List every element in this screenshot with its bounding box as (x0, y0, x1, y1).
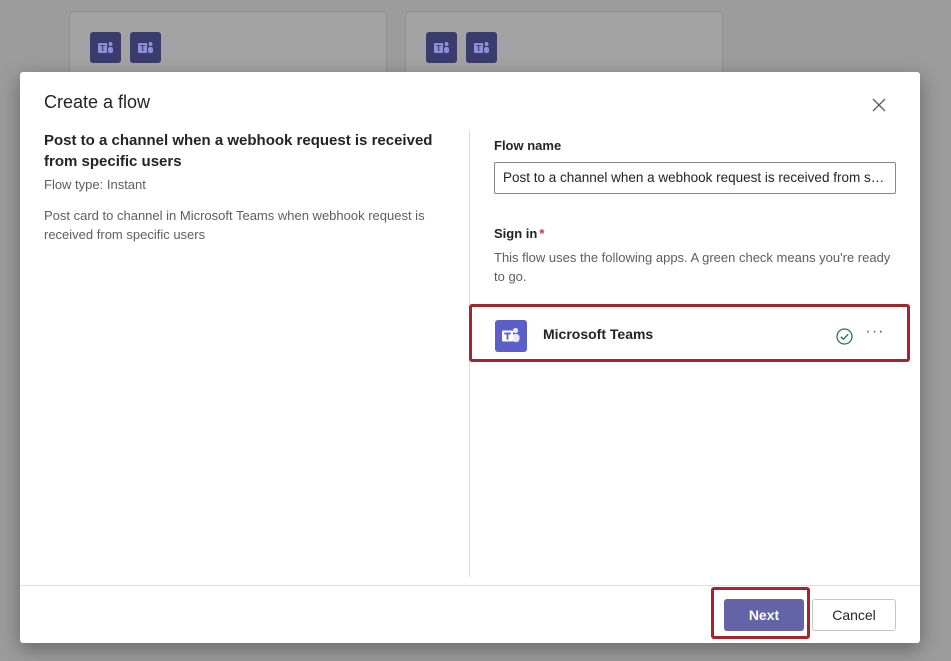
flow-name-input[interactable]: Post to a channel when a webhook request… (494, 162, 896, 194)
app-connection-row[interactable]: Microsoft Teams ··· (469, 304, 910, 362)
svg-text:T: T (140, 44, 145, 53)
dialog-title: Create a flow (44, 92, 151, 112)
required-marker: * (539, 226, 545, 241)
svg-text:T: T (100, 44, 105, 53)
check-circle-icon (836, 328, 853, 345)
template-details: Post to a channel when a webhook request… (44, 130, 444, 244)
cancel-button[interactable]: Cancel (812, 599, 896, 631)
teams-icon: T (90, 32, 121, 63)
app-name: Microsoft Teams (543, 326, 654, 342)
close-button[interactable] (868, 94, 890, 116)
template-title: Post to a channel when a webhook request… (44, 132, 433, 170)
flow-name-label: Flow name (494, 138, 562, 153)
flow-settings: Flow name Post to a channel when a webho… (494, 130, 896, 286)
svg-text:T: T (436, 44, 441, 53)
footer-divider (20, 585, 920, 586)
teams-icon: T (426, 32, 457, 63)
more-options-button[interactable]: ··· (864, 323, 886, 345)
sign-in-description: This flow uses the following apps. A gre… (494, 250, 891, 284)
flow-type-text: Flow type: Instant (44, 177, 146, 192)
teams-icon: T (466, 32, 497, 63)
teams-icon (495, 320, 527, 352)
sign-in-label: Sign in * (494, 226, 896, 241)
close-icon (872, 98, 886, 112)
create-flow-dialog: Create a flow Post to a channel when a w… (20, 72, 920, 643)
teams-icon: T (130, 32, 161, 63)
template-description: Post card to channel in Microsoft Teams … (44, 208, 425, 242)
svg-text:T: T (476, 44, 481, 53)
sign-in-label-text: Sign in (494, 226, 538, 241)
next-button[interactable]: Next (724, 599, 804, 631)
